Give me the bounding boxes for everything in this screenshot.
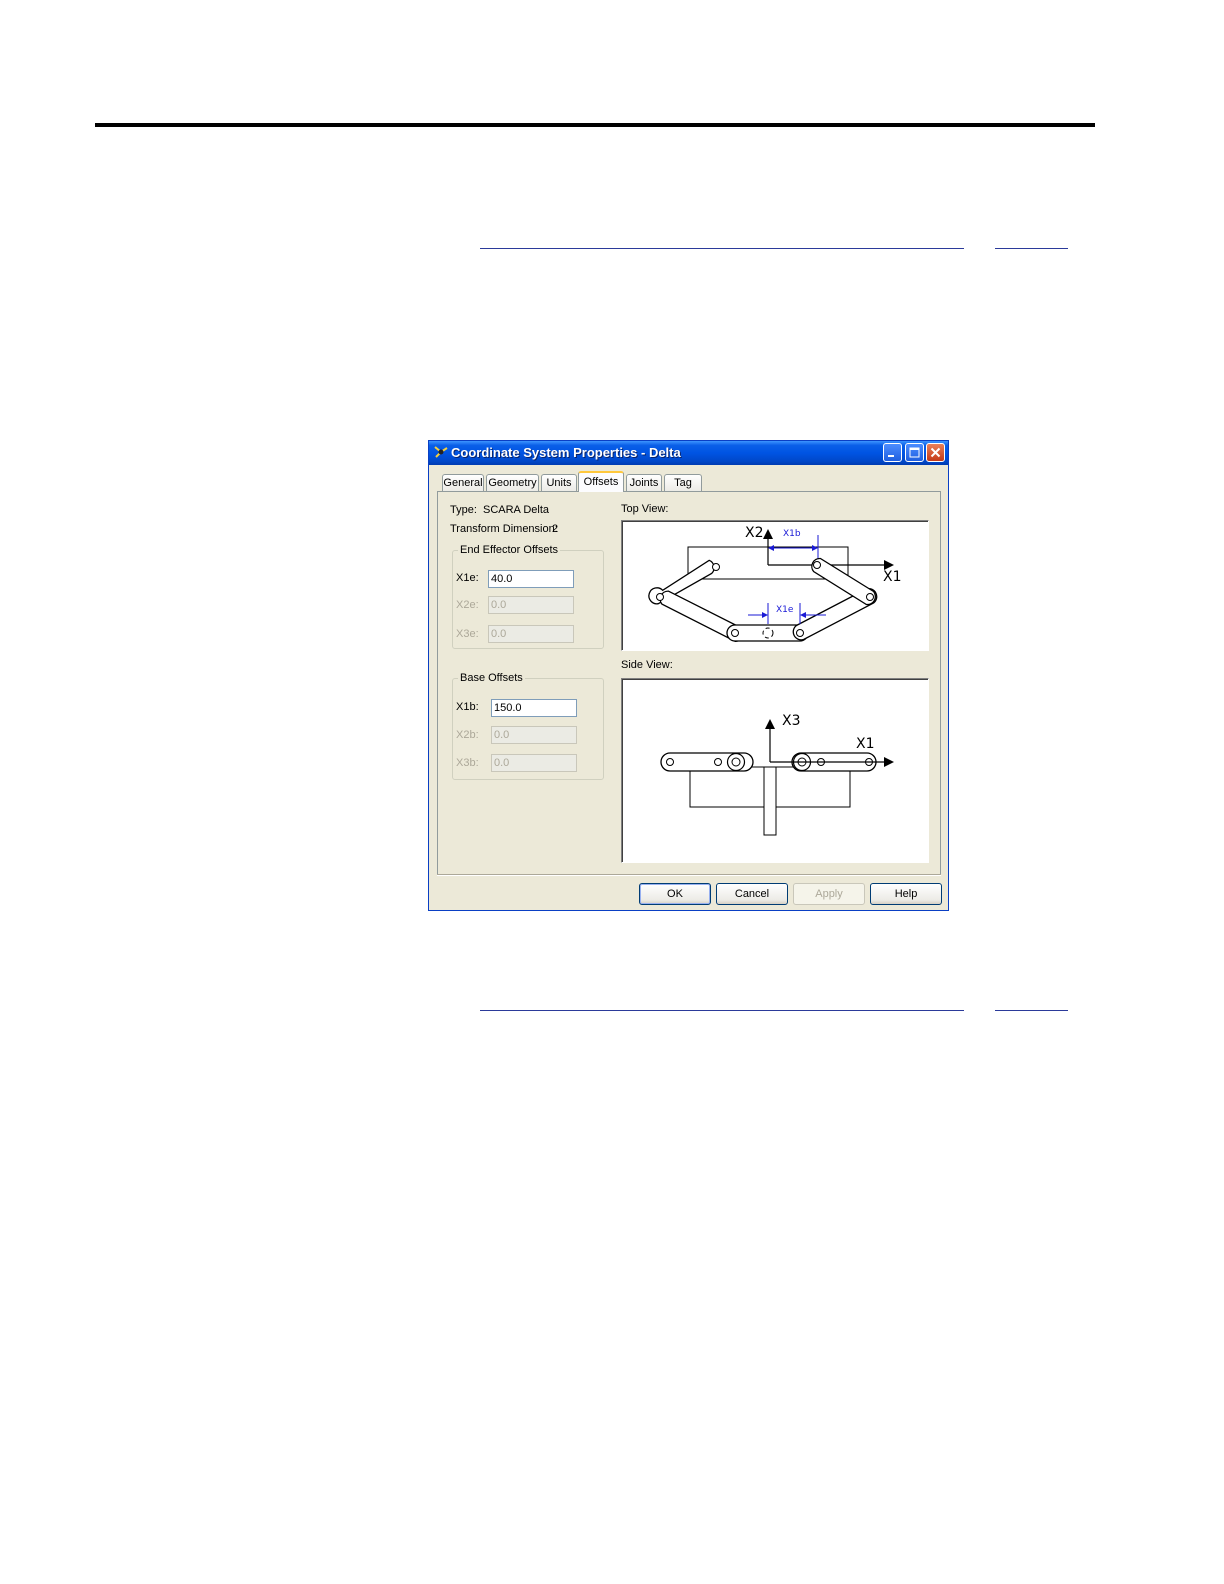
x1-axis-label: X1 bbox=[883, 569, 902, 585]
side-view-drawing: X3 X1 bbox=[660, 713, 894, 836]
x1e-dimension-label: X1e bbox=[776, 605, 794, 615]
top-view-diagram: X2 X1 X1b X1e bbox=[621, 520, 929, 651]
maximize-button[interactable] bbox=[905, 443, 924, 462]
tab-tag[interactable]: Tag bbox=[664, 474, 702, 491]
tab-units[interactable]: Units bbox=[541, 474, 577, 491]
minimize-icon bbox=[888, 455, 894, 457]
side-view-label: Side View: bbox=[621, 659, 673, 671]
offsets-panel: Type: SCARA Delta Transform Dimension: 2… bbox=[437, 491, 941, 875]
link-underline[interactable] bbox=[480, 1010, 964, 1011]
dialog-title: Coordinate System Properties - Delta bbox=[451, 445, 681, 460]
base-offsets-legend: Base Offsets bbox=[460, 672, 523, 684]
tab-offsets[interactable]: Offsets bbox=[578, 471, 624, 492]
x2e-field[interactable]: 0.0 bbox=[488, 596, 574, 614]
x3b-label: X3b: bbox=[456, 757, 479, 769]
x2b-field[interactable]: 0.0 bbox=[491, 726, 577, 744]
x3-axis-label: X3 bbox=[782, 713, 801, 729]
coordinate-system-dialog: Coordinate System Properties - Delta Gen… bbox=[428, 440, 949, 911]
x3e-field[interactable]: 0.0 bbox=[488, 625, 574, 643]
x1e-field[interactable]: 40.0 bbox=[488, 570, 574, 588]
button-separator bbox=[437, 874, 941, 876]
close-icon bbox=[930, 447, 941, 458]
close-button[interactable] bbox=[926, 443, 945, 462]
app-icon bbox=[434, 446, 448, 458]
title-bar[interactable]: Coordinate System Properties - Delta bbox=[429, 441, 948, 465]
transform-dimension-value: 2 bbox=[552, 523, 559, 535]
tab-joints[interactable]: Joints bbox=[626, 474, 662, 491]
link-underline[interactable] bbox=[995, 1010, 1068, 1011]
link-underline[interactable] bbox=[480, 248, 964, 249]
type-value: SCARA Delta bbox=[483, 504, 550, 516]
type-label: Type: bbox=[450, 504, 477, 516]
side-view-diagram: X3 X1 bbox=[621, 678, 929, 863]
x2-axis-label: X2 bbox=[745, 525, 764, 541]
page-header-rule bbox=[95, 123, 1095, 127]
apply-button[interactable]: Apply bbox=[793, 883, 865, 905]
side-x1-axis-label: X1 bbox=[856, 736, 875, 752]
x2e-label: X2e: bbox=[456, 599, 479, 611]
cancel-button[interactable]: Cancel bbox=[716, 883, 788, 905]
help-button[interactable]: Help bbox=[870, 883, 942, 905]
end-effector-offsets-legend: End Effector Offsets bbox=[460, 544, 559, 556]
x1b-label: X1b: bbox=[456, 701, 479, 713]
tab-general[interactable]: General bbox=[442, 474, 484, 491]
tab-geometry[interactable]: Geometry bbox=[486, 474, 539, 491]
minimize-button[interactable] bbox=[883, 443, 902, 462]
maximize-icon bbox=[909, 447, 920, 458]
link-underline[interactable] bbox=[995, 248, 1068, 249]
top-view-drawing: X2 X1 X1b X1e bbox=[648, 525, 902, 642]
x2b-label: X2b: bbox=[456, 729, 479, 741]
transform-dimension-label: Transform Dimension: bbox=[450, 523, 558, 535]
x1e-label: X1e: bbox=[456, 572, 479, 584]
x1b-field[interactable]: 150.0 bbox=[491, 699, 577, 717]
x3b-field[interactable]: 0.0 bbox=[491, 754, 577, 772]
x3e-label: X3e: bbox=[456, 628, 479, 640]
top-view-label: Top View: bbox=[621, 503, 669, 515]
ok-button[interactable]: OK bbox=[639, 883, 711, 905]
x1b-dimension-label: X1b bbox=[783, 529, 801, 539]
